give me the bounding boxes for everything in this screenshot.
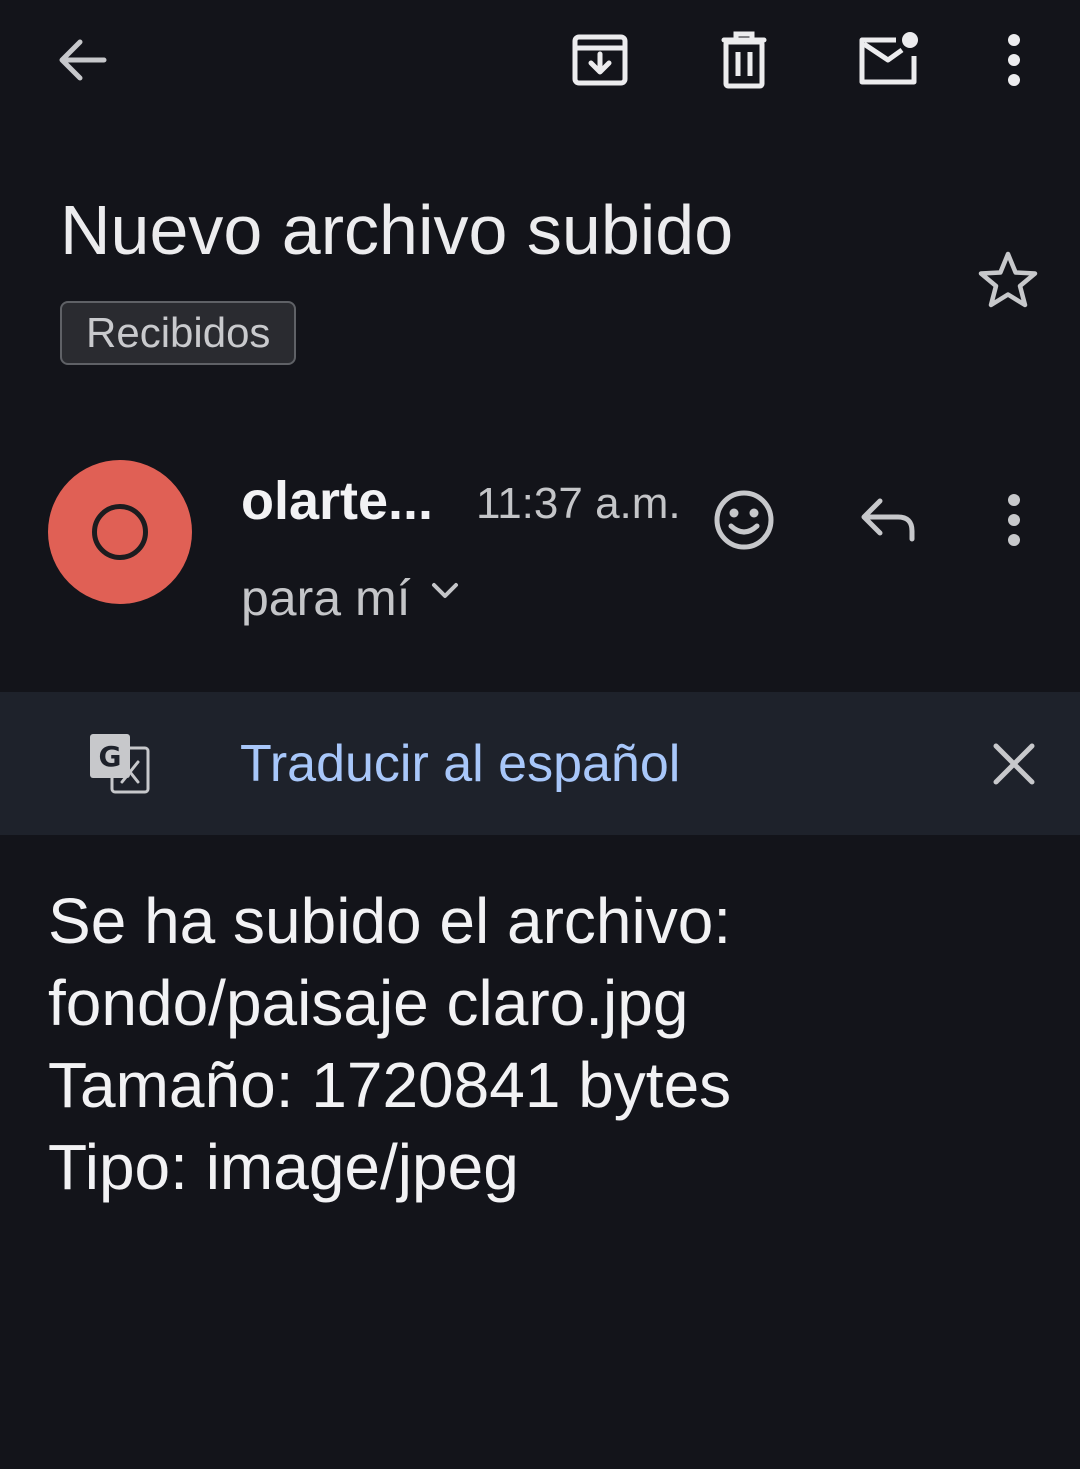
email-subject: Nuevo archivo subido <box>60 191 734 269</box>
more-vert-icon <box>1008 34 1020 86</box>
message-more-options-button[interactable] <box>984 480 1044 560</box>
sender-avatar[interactable] <box>48 460 192 604</box>
add-reaction-button[interactable] <box>704 480 784 560</box>
star-button[interactable] <box>968 240 1048 320</box>
recipient-label: para mí <box>241 570 411 626</box>
more-options-button[interactable] <box>984 20 1044 100</box>
reply-icon <box>861 498 915 542</box>
recipient-details-toggle[interactable]: para mí <box>241 566 459 630</box>
close-translate-button[interactable] <box>976 726 1052 802</box>
sender-name[interactable]: olarte... <box>241 468 433 534</box>
body-line: Tamaño: 1720841 bytes <box>48 1049 732 1121</box>
star-icon <box>978 251 1038 308</box>
mark-unread-icon <box>859 32 918 85</box>
delete-button[interactable] <box>704 20 784 100</box>
avatar-letter-o <box>92 504 148 560</box>
reply-button[interactable] <box>848 480 928 560</box>
mark-unread-button[interactable] <box>848 20 928 100</box>
archive-button[interactable] <box>560 20 640 100</box>
translate-link[interactable]: Traducir al español <box>240 732 680 796</box>
emoji-icon <box>714 490 774 550</box>
close-icon <box>993 743 1035 785</box>
more-vert-icon <box>1008 494 1020 546</box>
email-time: 11:37 a.m. <box>476 479 681 528</box>
archive-icon <box>572 34 628 86</box>
inbox-label-chip[interactable]: Recibidos <box>60 301 297 365</box>
body-line: Se ha subido el archivo: <box>48 885 732 957</box>
back-button[interactable] <box>40 20 124 100</box>
translate-icon: G <box>88 732 152 796</box>
chevron-down-icon <box>431 583 458 598</box>
email-body: Se ha subido el archivo: fondo/paisaje c… <box>48 880 731 1208</box>
body-line: Tipo: image/jpeg <box>48 1131 519 1203</box>
trash-icon <box>721 31 767 89</box>
body-line: fondo/paisaje claro.jpg <box>48 967 689 1039</box>
arrow-back-icon <box>59 39 107 81</box>
svg-text:G: G <box>99 740 122 773</box>
